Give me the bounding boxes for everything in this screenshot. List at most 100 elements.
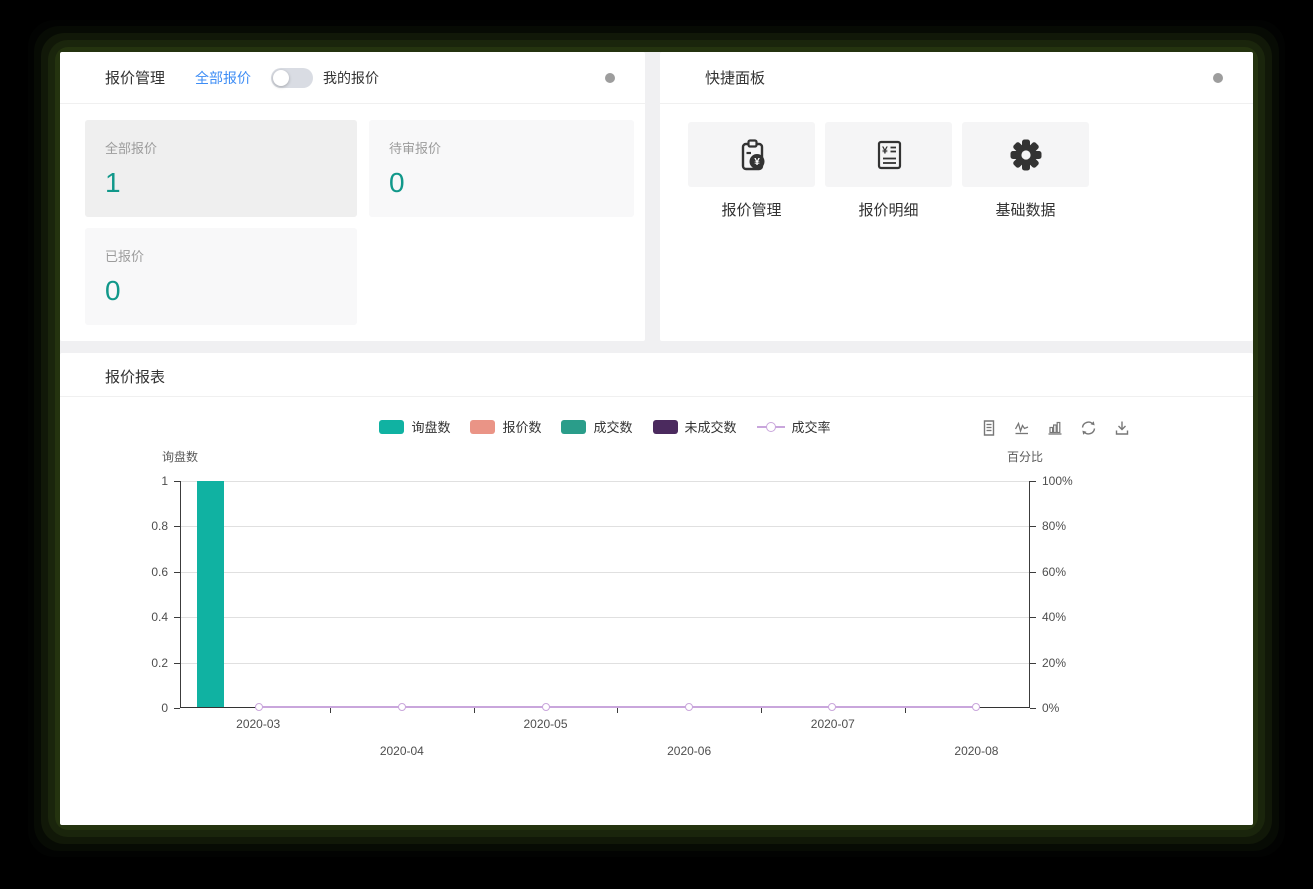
x-axis-tick bbox=[330, 708, 331, 713]
left-axis-tick-label: 0.8 bbox=[122, 519, 168, 533]
stat-label: 已报价 bbox=[105, 246, 337, 265]
bar-chart-icon[interactable] bbox=[1046, 419, 1064, 437]
legend-item-询盘数[interactable]: 询盘数 bbox=[379, 417, 450, 436]
right-axis-tick bbox=[1030, 481, 1036, 482]
rate-line-marker bbox=[398, 703, 406, 711]
legend-label: 成交率 bbox=[792, 417, 831, 436]
shortcut-panel-header: 快捷面板 bbox=[660, 52, 1253, 104]
right-axis-tick bbox=[1030, 708, 1036, 709]
rate-line-marker bbox=[828, 703, 836, 711]
gridline bbox=[181, 617, 1029, 618]
gear-icon bbox=[1007, 136, 1045, 174]
left-axis-title: 询盘数 bbox=[148, 448, 212, 465]
right-axis-tick bbox=[1030, 617, 1036, 618]
bar-询盘数 bbox=[197, 481, 224, 707]
x-axis-tick bbox=[474, 708, 475, 713]
report-panel-title: 报价报表 bbox=[105, 366, 165, 387]
shortcut-panel-title: 快捷面板 bbox=[705, 67, 765, 88]
stat-label: 全部报价 bbox=[105, 138, 337, 157]
right-axis-title: 百分比 bbox=[993, 448, 1057, 465]
svg-text:¥: ¥ bbox=[882, 144, 888, 156]
rate-line-marker bbox=[685, 703, 693, 711]
right-axis-tick-label: 0% bbox=[1042, 701, 1088, 715]
shortcut-tile[interactable]: ¥ bbox=[825, 122, 952, 187]
stat-all-quotes[interactable]: 全部报价 1 bbox=[85, 120, 357, 217]
chart-plot bbox=[180, 481, 1030, 708]
receipt-yuan-icon: ¥ bbox=[871, 137, 907, 173]
left-axis-tick-label: 0.2 bbox=[122, 656, 168, 670]
quote-scope-toggle[interactable] bbox=[271, 68, 313, 88]
left-axis-tick-label: 0.6 bbox=[122, 565, 168, 579]
legend-swatch bbox=[470, 420, 495, 434]
panel-options-dot-icon[interactable] bbox=[605, 73, 615, 83]
shortcut-base-data: 基础数据 bbox=[962, 122, 1089, 220]
legend-swatch bbox=[653, 420, 678, 434]
x-axis-tick bbox=[905, 708, 906, 713]
stat-value: 0 bbox=[389, 167, 614, 199]
x-axis-label: 2020-08 bbox=[941, 744, 1011, 758]
shortcut-quote-management: ¥ 报价管理 bbox=[688, 122, 815, 220]
toggle-knob bbox=[273, 70, 289, 86]
shortcut-tile[interactable]: ¥ bbox=[688, 122, 815, 187]
legend-swatch bbox=[561, 420, 586, 434]
right-axis-tick-label: 100% bbox=[1042, 474, 1088, 488]
gridline bbox=[181, 663, 1029, 664]
quote-management-panel: 报价管理 全部报价 我的报价 全部报价 1 待审报价 0 已报价 0 bbox=[60, 52, 645, 341]
shortcut-tile[interactable] bbox=[962, 122, 1089, 187]
data-view-icon[interactable] bbox=[980, 419, 998, 437]
legend-label: 询盘数 bbox=[411, 417, 450, 436]
left-axis-tick bbox=[174, 572, 180, 573]
legend-label: 未成交数 bbox=[685, 417, 737, 436]
shortcut-tiles: ¥ 报价管理 ¥ 报价明细 bbox=[688, 122, 1089, 220]
left-axis-tick bbox=[174, 526, 180, 527]
gridline bbox=[181, 526, 1029, 527]
legend-item-成交数[interactable]: 成交数 bbox=[561, 417, 632, 436]
right-axis-tick-label: 80% bbox=[1042, 519, 1088, 533]
left-axis-tick bbox=[174, 708, 180, 709]
legend-item-成交率[interactable]: 成交率 bbox=[757, 417, 831, 436]
x-axis-label: 2020-07 bbox=[798, 717, 868, 731]
legend-circle bbox=[766, 422, 776, 432]
dashboard-window: 报价管理 全部报价 我的报价 全部报价 1 待审报价 0 已报价 0 快捷面板 bbox=[60, 52, 1253, 825]
stat-label: 待审报价 bbox=[389, 138, 614, 157]
all-quotes-link[interactable]: 全部报价 bbox=[195, 68, 251, 88]
chart-legend: 询盘数 报价数 成交数 未成交数 成交率 bbox=[180, 417, 1030, 436]
panel-options-dot-icon[interactable] bbox=[1213, 73, 1223, 83]
svg-text:¥: ¥ bbox=[754, 157, 760, 168]
shortcut-label[interactable]: 报价管理 bbox=[688, 199, 815, 220]
rate-line-marker bbox=[542, 703, 550, 711]
quote-panel-title: 报价管理 bbox=[105, 67, 165, 88]
left-axis-tick bbox=[174, 617, 180, 618]
legend-item-未成交数[interactable]: 未成交数 bbox=[653, 417, 737, 436]
x-axis-tick bbox=[761, 708, 762, 713]
quote-panel-header: 报价管理 全部报价 我的报价 bbox=[60, 52, 645, 104]
rate-line-marker bbox=[972, 703, 980, 711]
right-axis-tick bbox=[1030, 572, 1036, 573]
stat-quoted[interactable]: 已报价 0 bbox=[85, 228, 357, 325]
x-axis-label: 2020-04 bbox=[367, 744, 437, 758]
clipboard-yuan-icon: ¥ bbox=[733, 136, 771, 174]
right-axis-tick bbox=[1030, 526, 1036, 527]
shortcut-label[interactable]: 基础数据 bbox=[962, 199, 1089, 220]
left-axis-tick-label: 0 bbox=[122, 701, 168, 715]
download-icon[interactable] bbox=[1113, 419, 1131, 437]
left-axis-tick bbox=[174, 663, 180, 664]
stat-value: 1 bbox=[105, 167, 337, 199]
restore-icon[interactable] bbox=[1079, 419, 1098, 437]
gridline bbox=[181, 572, 1029, 573]
stat-pending-quotes[interactable]: 待审报价 0 bbox=[369, 120, 634, 217]
right-axis-tick bbox=[1030, 663, 1036, 664]
shortcut-label[interactable]: 报价明细 bbox=[825, 199, 952, 220]
left-axis-tick bbox=[174, 481, 180, 482]
shortcut-quote-detail: ¥ 报价明细 bbox=[825, 122, 952, 220]
right-axis-tick-label: 20% bbox=[1042, 656, 1088, 670]
x-axis-label: 2020-06 bbox=[654, 744, 724, 758]
line-chart-icon[interactable] bbox=[1013, 419, 1031, 437]
my-quotes-label[interactable]: 我的报价 bbox=[323, 68, 379, 88]
x-axis-label: 2020-03 bbox=[223, 717, 293, 731]
legend-label: 成交数 bbox=[593, 417, 632, 436]
left-axis-tick-label: 0.4 bbox=[122, 610, 168, 624]
stat-value: 0 bbox=[105, 275, 337, 307]
legend-item-报价数[interactable]: 报价数 bbox=[470, 417, 541, 436]
chart-toolbox bbox=[980, 419, 1131, 437]
